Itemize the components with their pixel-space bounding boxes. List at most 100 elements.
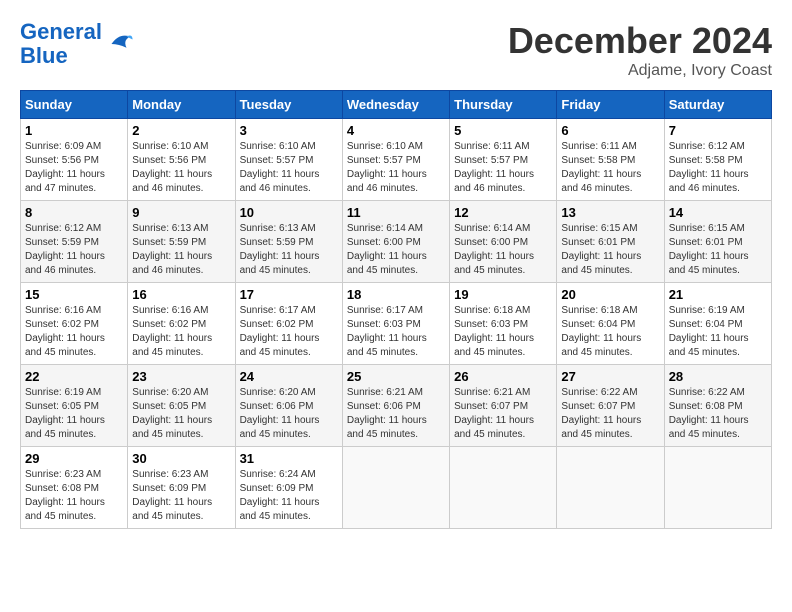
day-number: 29 <box>25 451 123 466</box>
calendar-day-cell: 30Sunrise: 6:23 AMSunset: 6:09 PMDayligh… <box>128 447 235 529</box>
calendar-week-row: 22 Sunrise: 6:19 AMSunset: 6:05 PMDayligh… <box>21 365 772 447</box>
day-number: 26 <box>454 369 552 384</box>
calendar-day-cell: 2 Sunrise: 6:10 AMSunset: 5:56 PMDaylight… <box>128 119 235 201</box>
calendar-day-cell: 21Sunrise: 6:19 AMSunset: 6:04 PMDayligh… <box>664 283 771 365</box>
weekday-header: Wednesday <box>342 91 449 119</box>
day-info: Sunrise: 6:15 AMSunset: 6:01 PMDaylight:… <box>669 222 767 278</box>
day-number: 25 <box>347 369 445 384</box>
calendar-week-row: 15 Sunrise: 6:16 AMSunset: 6:02 PMDayligh… <box>21 283 772 365</box>
calendar-day-cell: 8 Sunrise: 6:12 AMSunset: 5:59 PMDaylight… <box>21 201 128 283</box>
logo-text: GeneralBlue <box>20 20 102 68</box>
calendar-day-cell: 14 Sunrise: 6:15 AMSunset: 6:01 PMDayligh… <box>664 201 771 283</box>
weekday-header: Friday <box>557 91 664 119</box>
day-number: 13 <box>561 205 659 220</box>
location-subtitle: Adjame, Ivory Coast <box>508 62 772 80</box>
calendar-day-cell: 18Sunrise: 6:17 AMSunset: 6:03 PMDayligh… <box>342 283 449 365</box>
calendar-day-cell: 5 Sunrise: 6:11 AMSunset: 5:57 PMDaylight… <box>450 119 557 201</box>
day-info: Sunrise: 6:14 AMSunset: 6:00 PMDaylight:… <box>454 222 552 278</box>
day-info: Sunrise: 6:09 AMSunset: 5:56 PMDaylight:… <box>25 140 123 196</box>
calendar-week-row: 29 Sunrise: 6:23 AMSunset: 6:08 PMDayligh… <box>21 447 772 529</box>
day-info: Sunrise: 6:19 AMSunset: 6:05 PMDaylight:… <box>25 386 123 442</box>
day-info: Sunrise: 6:22 AMSunset: 6:08 PMDaylight:… <box>669 386 767 442</box>
calendar-day-cell: 23 Sunrise: 6:20 AMSunset: 6:05 PMDayligh… <box>128 365 235 447</box>
day-number: 31 <box>240 451 338 466</box>
calendar-day-cell: 16 Sunrise: 6:16 AMSunset: 6:02 PMDayligh… <box>128 283 235 365</box>
calendar-day-cell: 17 Sunrise: 6:17 AMSunset: 6:02 PMDayligh… <box>235 283 342 365</box>
day-info: Sunrise: 6:11 AMSunset: 5:58 PMDaylight:… <box>561 140 659 196</box>
day-number: 24 <box>240 369 338 384</box>
day-info: Sunrise: 6:10 AMSunset: 5:56 PMDaylight:… <box>132 140 230 196</box>
calendar-day-cell: 10Sunrise: 6:13 AMSunset: 5:59 PMDayligh… <box>235 201 342 283</box>
day-number: 28 <box>669 369 767 384</box>
logo-bird-icon <box>104 29 134 59</box>
weekday-header: Tuesday <box>235 91 342 119</box>
calendar-day-cell: 1 Sunrise: 6:09 AMSunset: 5:56 PMDaylight… <box>21 119 128 201</box>
day-number: 10 <box>240 205 338 220</box>
day-number: 3 <box>240 123 338 138</box>
calendar-day-cell: 13 Sunrise: 6:15 AMSunset: 6:01 PMDayligh… <box>557 201 664 283</box>
day-number: 11 <box>347 205 445 220</box>
day-info: Sunrise: 6:14 AMSunset: 6:00 PMDaylight:… <box>347 222 445 278</box>
day-info: Sunrise: 6:19 AMSunset: 6:04 PMDaylight:… <box>669 304 767 360</box>
day-info: Sunrise: 6:16 AMSunset: 6:02 PMDaylight:… <box>132 304 230 360</box>
day-number: 17 <box>240 287 338 302</box>
calendar-day-cell: 26 Sunrise: 6:21 AMSunset: 6:07 PMDayligh… <box>450 365 557 447</box>
weekday-header-row: SundayMondayTuesdayWednesdayThursdayFrid… <box>21 91 772 119</box>
calendar-week-row: 1 Sunrise: 6:09 AMSunset: 5:56 PMDaylight… <box>21 119 772 201</box>
calendar-day-cell: 24 Sunrise: 6:20 AMSunset: 6:06 PMDayligh… <box>235 365 342 447</box>
calendar-day-cell: 6Sunrise: 6:11 AMSunset: 5:58 PMDaylight… <box>557 119 664 201</box>
day-number: 22 <box>25 369 123 384</box>
day-info: Sunrise: 6:18 AMSunset: 6:04 PMDaylight:… <box>561 304 659 360</box>
day-number: 14 <box>669 205 767 220</box>
day-info: Sunrise: 6:12 AMSunset: 5:59 PMDaylight:… <box>25 222 123 278</box>
calendar-day-cell: 25Sunrise: 6:21 AMSunset: 6:06 PMDayligh… <box>342 365 449 447</box>
day-number: 5 <box>454 123 552 138</box>
day-info: Sunrise: 6:24 AMSunset: 6:09 PMDaylight:… <box>240 468 338 524</box>
calendar-day-cell: 4 Sunrise: 6:10 AMSunset: 5:57 PMDaylight… <box>342 119 449 201</box>
calendar-day-cell: 15Sunrise: 6:16 AMSunset: 6:02 PMDayligh… <box>21 283 128 365</box>
calendar-day-cell <box>664 447 771 529</box>
day-number: 23 <box>132 369 230 384</box>
day-info: Sunrise: 6:21 AMSunset: 6:07 PMDaylight:… <box>454 386 552 442</box>
weekday-header: Monday <box>128 91 235 119</box>
weekday-header: Saturday <box>664 91 771 119</box>
day-info: Sunrise: 6:23 AMSunset: 6:08 PMDaylight:… <box>25 468 123 524</box>
day-number: 18 <box>347 287 445 302</box>
calendar-day-cell: 31 Sunrise: 6:24 AMSunset: 6:09 PMDayligh… <box>235 447 342 529</box>
logo: GeneralBlue <box>20 20 134 68</box>
weekday-header: Thursday <box>450 91 557 119</box>
calendar-day-cell: 22 Sunrise: 6:19 AMSunset: 6:05 PMDayligh… <box>21 365 128 447</box>
calendar-day-cell <box>450 447 557 529</box>
day-info: Sunrise: 6:18 AMSunset: 6:03 PMDaylight:… <box>454 304 552 360</box>
day-number: 4 <box>347 123 445 138</box>
day-info: Sunrise: 6:15 AMSunset: 6:01 PMDaylight:… <box>561 222 659 278</box>
calendar-day-cell: 19 Sunrise: 6:18 AMSunset: 6:03 PMDayligh… <box>450 283 557 365</box>
calendar-table: SundayMondayTuesdayWednesdayThursdayFrid… <box>20 90 772 529</box>
calendar-day-cell: 20 Sunrise: 6:18 AMSunset: 6:04 PMDayligh… <box>557 283 664 365</box>
day-number: 19 <box>454 287 552 302</box>
day-info: Sunrise: 6:17 AMSunset: 6:02 PMDaylight:… <box>240 304 338 360</box>
day-number: 1 <box>25 123 123 138</box>
day-info: Sunrise: 6:20 AMSunset: 6:05 PMDaylight:… <box>132 386 230 442</box>
calendar-day-cell: 7Sunrise: 6:12 AMSunset: 5:58 PMDaylight… <box>664 119 771 201</box>
title-block: December 2024 Adjame, Ivory Coast <box>508 20 772 80</box>
calendar-day-cell: 29 Sunrise: 6:23 AMSunset: 6:08 PMDayligh… <box>21 447 128 529</box>
day-number: 16 <box>132 287 230 302</box>
day-number: 2 <box>132 123 230 138</box>
calendar-day-cell <box>342 447 449 529</box>
day-info: Sunrise: 6:11 AMSunset: 5:57 PMDaylight:… <box>454 140 552 196</box>
day-number: 8 <box>25 205 123 220</box>
day-info: Sunrise: 6:10 AMSunset: 5:57 PMDaylight:… <box>347 140 445 196</box>
day-info: Sunrise: 6:20 AMSunset: 6:06 PMDaylight:… <box>240 386 338 442</box>
day-number: 15 <box>25 287 123 302</box>
weekday-header: Sunday <box>21 91 128 119</box>
calendar-day-cell: 12Sunrise: 6:14 AMSunset: 6:00 PMDayligh… <box>450 201 557 283</box>
calendar-day-cell: 9Sunrise: 6:13 AMSunset: 5:59 PMDaylight… <box>128 201 235 283</box>
page-header: GeneralBlue December 2024 Adjame, Ivory … <box>20 20 772 80</box>
day-number: 7 <box>669 123 767 138</box>
day-number: 9 <box>132 205 230 220</box>
day-number: 27 <box>561 369 659 384</box>
day-info: Sunrise: 6:10 AMSunset: 5:57 PMDaylight:… <box>240 140 338 196</box>
day-number: 20 <box>561 287 659 302</box>
calendar-day-cell: 11 Sunrise: 6:14 AMSunset: 6:00 PMDayligh… <box>342 201 449 283</box>
